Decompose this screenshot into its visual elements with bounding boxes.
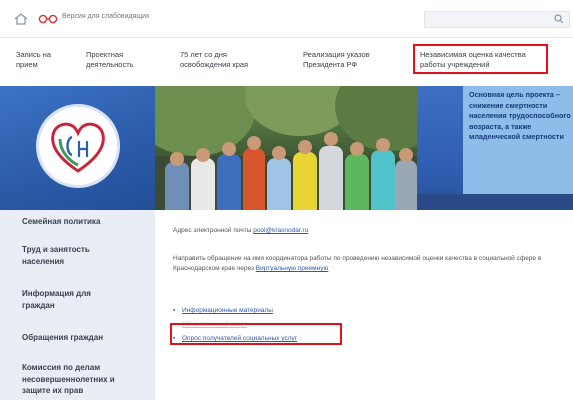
nav-item-projects[interactable]: Проектная деятельность: [86, 50, 134, 70]
slide-text-line: возраста, а также: [469, 121, 532, 131]
nav-item-label: Президента РФ: [303, 60, 358, 69]
sidebar-item-citizen-appeals[interactable]: Обращения граждан: [22, 332, 147, 344]
slide-text-line: населения трудоспособного: [469, 111, 571, 120]
list-item-info-materials[interactable]: Информационные материалы: [173, 304, 297, 318]
appeal-text: Направить обращение на имя координатора …: [173, 255, 542, 272]
sidebar-item-citizen-info[interactable]: Информация для граждан: [22, 288, 122, 311]
email-line: Адрес электронной почты pool@krasnodar.r…: [173, 227, 308, 234]
nav-item-label: освобождения края: [180, 60, 249, 69]
sidebar-item-employment[interactable]: Труд и занятость населения: [22, 244, 122, 267]
slide-text: Основная цель проекта – снижение смертно…: [469, 90, 571, 143]
highlight-box-survey: [170, 323, 342, 345]
nav-item-label: Запись на: [16, 50, 52, 59]
logo-panel: [0, 86, 155, 210]
slide-text-line: снижение смертности: [469, 100, 548, 110]
nav-item-label: Проектная: [86, 50, 124, 59]
slide-text-line: младенческой смертности: [469, 132, 564, 141]
banner-photo: [155, 86, 417, 210]
nav-item-label: 75 лет со дня: [180, 50, 227, 59]
nav-item-label: прием: [16, 60, 38, 69]
appeal-paragraph: Направить обращение на имя координатора …: [173, 254, 571, 274]
slide-text-line: Основная цель проекта –: [469, 90, 560, 99]
nav-item-anniversary[interactable]: 75 лет со дня освобождения края: [180, 50, 248, 70]
glasses-icon[interactable]: [38, 14, 58, 24]
top-bar: Версия для слабовидящих: [0, 0, 573, 38]
nav-item-label: деятельность: [86, 60, 134, 69]
logo: [36, 104, 120, 188]
virtual-reception-link[interactable]: Виртуальную приемную: [256, 265, 329, 272]
home-icon[interactable]: [14, 13, 28, 25]
sidebar-item-minors-commission[interactable]: Комиссия по делам несовершеннолетних и з…: [22, 362, 144, 397]
banner-slide: Основная цель проекта – снижение смертно…: [417, 86, 573, 210]
email-link[interactable]: pool@krasnodar.ru: [253, 227, 308, 234]
nav-item-appointment[interactable]: Запись на прием: [16, 50, 51, 70]
slide-stage: [417, 194, 573, 210]
email-label: Адрес электронной почты: [173, 227, 252, 234]
search-input[interactable]: [424, 11, 570, 28]
vision-impaired-link[interactable]: Версия для слабовидящих: [62, 13, 150, 20]
sidebar: Семейная политика Труд и занятость насел…: [0, 210, 155, 400]
nav-item-decrees[interactable]: Реализация указов Президента РФ: [303, 50, 370, 70]
nav-item-label: Реализация указов: [303, 50, 370, 59]
sidebar-item-family-policy[interactable]: Семейная политика: [22, 216, 147, 228]
banner: Основная цель проекта – снижение смертно…: [0, 86, 573, 210]
highlight-box-nav: [413, 44, 548, 74]
main-content: Адрес электронной почты pool@krasnodar.r…: [155, 210, 573, 400]
heart-logo-icon: [51, 122, 105, 173]
search-icon[interactable]: [554, 14, 564, 24]
